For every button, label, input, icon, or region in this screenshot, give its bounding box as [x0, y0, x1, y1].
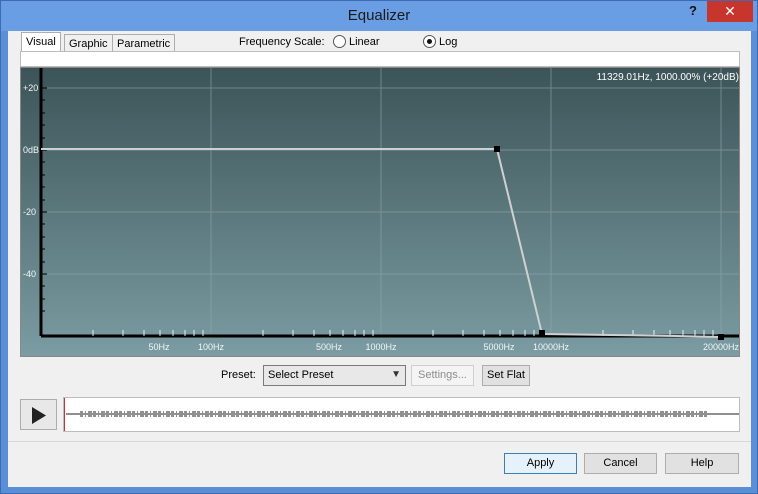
eq-graph-svg[interactable]: +20 0dB -20 -40 50Hz 100Hz 500Hz 1000Hz … [21, 68, 739, 356]
tab-visual[interactable]: Visual [21, 32, 61, 53]
settings-button[interactable]: Settings... [411, 365, 474, 386]
y-label-0db: 0dB [23, 145, 39, 155]
help-icon[interactable]: ? [685, 3, 701, 21]
linear-radio[interactable] [333, 35, 346, 48]
log-label[interactable]: Log [439, 36, 457, 48]
equalizer-window: Equalizer ? ✕ Visual Graphic Parametric … [0, 0, 758, 494]
y-label-plus20: +20 [23, 83, 38, 93]
y-label-minus20: -20 [23, 207, 36, 217]
window-title: Equalizer [347, 7, 411, 24]
log-radio[interactable] [423, 35, 436, 48]
waveform-preview[interactable] [63, 397, 740, 432]
preset-select-value: Select Preset [268, 369, 334, 381]
waveform-svg [63, 398, 739, 431]
x-label-5000hz: 5000Hz [483, 342, 515, 352]
dialog-body: Visual Graphic Parametric Frequency Scal… [8, 31, 751, 487]
footer-separator [8, 441, 751, 442]
eq-control-point[interactable] [494, 146, 500, 152]
eq-control-point[interactable] [539, 330, 545, 336]
play-button[interactable] [20, 399, 57, 430]
chevron-down-icon: ▼ [391, 369, 401, 380]
x-label-500hz: 500Hz [316, 342, 343, 352]
cancel-button[interactable]: Cancel [584, 453, 657, 474]
y-label-minus40: -40 [23, 269, 36, 279]
play-icon [32, 407, 46, 424]
graph-header-strip [20, 51, 740, 67]
close-icon[interactable]: ✕ [707, 1, 753, 22]
eq-control-point[interactable] [718, 334, 724, 340]
title-bar[interactable]: Equalizer ? ✕ [1, 1, 757, 31]
x-label-50hz: 50Hz [148, 342, 170, 352]
apply-button[interactable]: Apply [504, 453, 577, 474]
x-label-10000hz: 10000Hz [533, 342, 570, 352]
eq-graph[interactable]: +20 0dB -20 -40 50Hz 100Hz 500Hz 1000Hz … [20, 67, 740, 357]
help-button[interactable]: Help [665, 453, 739, 474]
x-label-20000hz: 20000Hz [703, 342, 739, 352]
x-label-100hz: 100Hz [198, 342, 225, 352]
x-label-1000hz: 1000Hz [365, 342, 397, 352]
cursor-readout: 11329.01Hz, 1000.00% (+20dB) [597, 72, 739, 83]
set-flat-button[interactable]: Set Flat [482, 365, 530, 386]
preset-select[interactable]: Select Preset ▼ [263, 365, 406, 386]
linear-label[interactable]: Linear [349, 36, 380, 48]
frequency-scale-label: Frequency Scale: [239, 36, 325, 48]
preset-label: Preset: [221, 369, 256, 381]
